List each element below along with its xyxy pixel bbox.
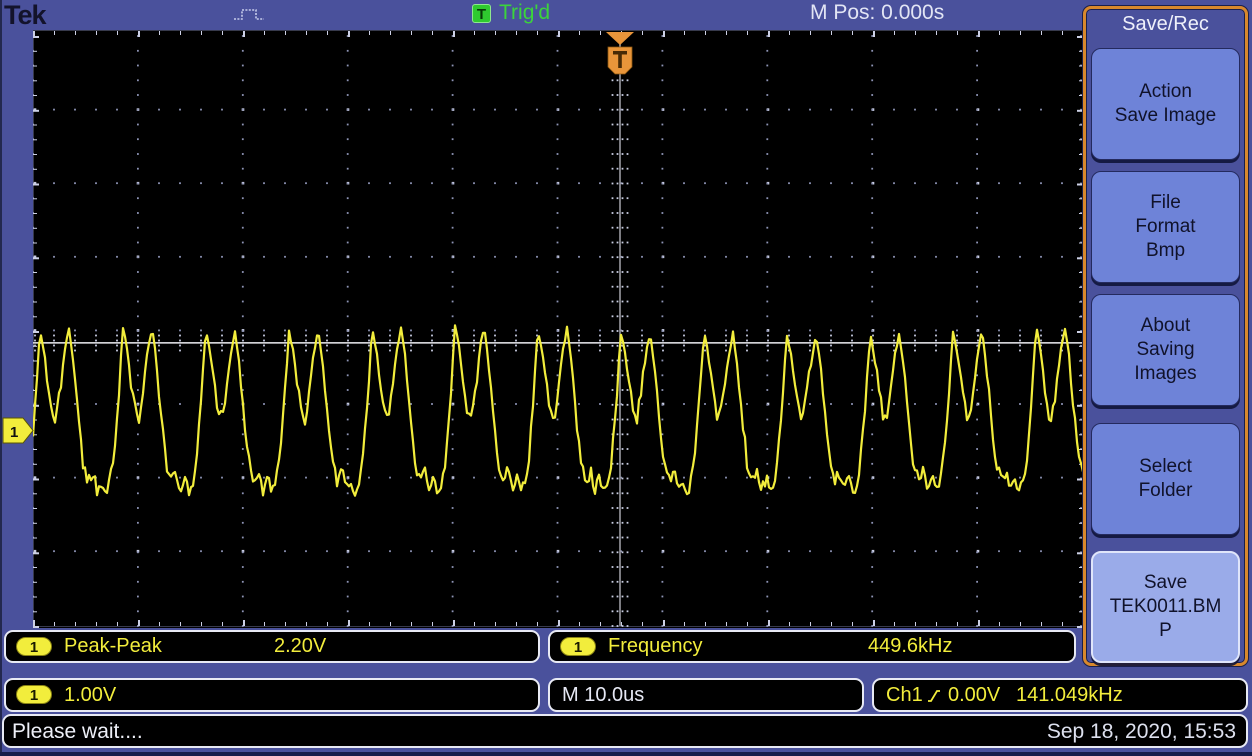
bottom-divider <box>0 752 1252 756</box>
trigger-source: Ch1 <box>886 684 923 706</box>
menu-button-about-saving-label: About Saving Images <box>1134 315 1197 384</box>
menu-button-select-folder[interactable]: Select Folder <box>1091 423 1240 535</box>
top-status-bar: Tek T Trig'd M Pos: 0.000s <box>0 0 1252 30</box>
menu-button-select-folder-label: Select Folder <box>1138 456 1193 501</box>
menu-button-about-saving[interactable]: About Saving Images <box>1091 294 1240 406</box>
datetime-readout: Sep 18, 2020, 15:53 <box>1046 720 1236 743</box>
side-menu-title: Save/Rec <box>1122 13 1209 35</box>
timebase-readout: M 10.0us <box>548 678 864 712</box>
menu-button-action[interactable]: Action Save Image <box>1091 48 1240 160</box>
side-menu: Save/Rec Action Save Image File Format B… <box>1083 6 1248 666</box>
measurement-box-frequency: 1 Frequency 449.6kHz <box>548 630 1076 663</box>
status-message: Please wait.... <box>12 720 143 743</box>
screen-edge <box>0 0 2 756</box>
brand-logo: Tek <box>4 0 47 30</box>
measurement-name: Frequency <box>608 635 703 657</box>
trigger-status-icon: T <box>472 4 491 23</box>
trigger-readout: Ch1 0.00V 141.049kHz <box>872 678 1248 712</box>
ch1-scale-value: 1.00V <box>64 684 117 706</box>
measurement-value: 449.6kHz <box>868 635 953 657</box>
trigger-status-label: Trig'd <box>499 1 551 24</box>
measurement-value: 2.20V <box>274 635 327 657</box>
menu-button-save-file[interactable]: Save TEK0011.BM P <box>1091 551 1240 663</box>
measurement-box-peak-peak: 1 Peak-Peak 2.20V <box>4 630 540 663</box>
status-bar: Please wait.... Sep 18, 2020, 15:53 <box>2 714 1248 748</box>
channel-badge: 1 <box>16 637 52 656</box>
trigger-slope-icon <box>928 690 940 702</box>
trigger-level: 0.00V <box>948 684 1001 706</box>
measurement-name: Peak-Peak <box>64 635 162 657</box>
channel-badge: 1 <box>16 685 52 704</box>
menu-button-action-label: Action Save Image <box>1114 81 1217 126</box>
pulse-icon <box>234 9 264 20</box>
menu-button-file-format[interactable]: File Format Bmp <box>1091 171 1240 283</box>
channel-badge: 1 <box>560 637 596 656</box>
menu-button-file-format-label: File Format Bmp <box>1135 192 1196 261</box>
graticule-and-waveform <box>33 30 1083 628</box>
ch1-marker-label: 1 <box>10 424 18 441</box>
ch1-scale-readout: 1 1.00V <box>4 678 540 712</box>
m-pos-readout: M Pos: 0.000s <box>810 1 945 24</box>
menu-button-save-file-label: Save TEK0011.BM P <box>1109 572 1222 641</box>
timebase-value: M 10.0us <box>562 684 645 706</box>
ch1-ground-marker: 1 <box>2 417 34 444</box>
scope-display <box>33 30 1083 628</box>
trigger-frequency-readout: 141.049kHz <box>1016 684 1123 706</box>
